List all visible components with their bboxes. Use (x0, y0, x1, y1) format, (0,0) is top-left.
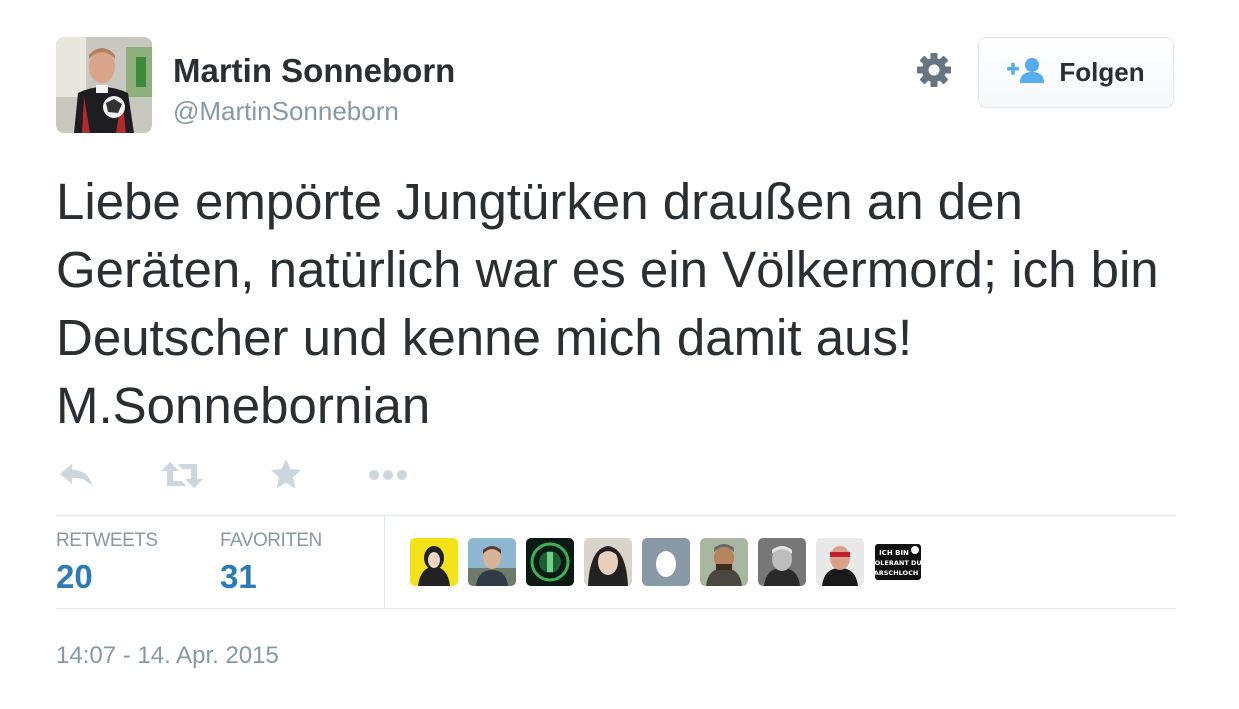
favoriter-avatar[interactable] (816, 538, 864, 586)
reply-icon[interactable] (58, 462, 94, 493)
follow-button-label: Folgen (1059, 57, 1145, 87)
retweets-label: RETWEETS (56, 530, 158, 551)
user-handle[interactable]: @MartinSonneborn (173, 96, 399, 127)
user-fullname[interactable]: Martin Sonneborn (173, 52, 455, 90)
svg-text:ICH BIN: ICH BIN (879, 549, 909, 557)
favoriter-avatar[interactable] (700, 538, 748, 586)
retweet-icon[interactable] (160, 460, 204, 495)
tweet-timestamp[interactable]: 14:07 - 14. Apr. 2015 (56, 642, 279, 670)
favoriter-avatar[interactable] (584, 538, 632, 586)
stats-vertical-divider (384, 516, 385, 608)
favoriter-egg-avatar[interactable] (642, 538, 690, 586)
follow-button[interactable]: Folgen (978, 37, 1174, 108)
svg-text:ARSCHLOCH: ARSCHLOCH (874, 569, 918, 577)
stats-bottom-divider (56, 608, 1176, 609)
stats-top-divider (56, 515, 1176, 516)
favorites-label: FAVORITEN (220, 530, 322, 551)
favoriter-avatar[interactable] (410, 538, 458, 586)
star-icon[interactable] (270, 458, 302, 495)
user-avatar[interactable] (56, 37, 152, 133)
gear-icon[interactable] (914, 50, 954, 90)
favorites-count: 31 (220, 558, 257, 595)
favorites-stat[interactable]: FAVORITEN 31 (220, 530, 322, 596)
follow-user-plus-icon (1007, 57, 1045, 88)
favoriter-avatar[interactable] (526, 538, 574, 586)
svg-text:TOLERANT DU: TOLERANT DU (874, 559, 922, 567)
ellipsis-icon[interactable] (368, 468, 408, 486)
retweets-stat[interactable]: RETWEETS 20 (56, 530, 158, 596)
retweets-count: 20 (56, 558, 93, 595)
favoriter-badge-avatar[interactable]: ICH BIN TOLERANT DU ARSCHLOCH (874, 538, 922, 586)
favoriter-avatar[interactable] (758, 538, 806, 586)
favoriter-avatar[interactable] (468, 538, 516, 586)
tweet-text: Liebe empörte Jungtürken draußen an den … (56, 173, 1159, 434)
